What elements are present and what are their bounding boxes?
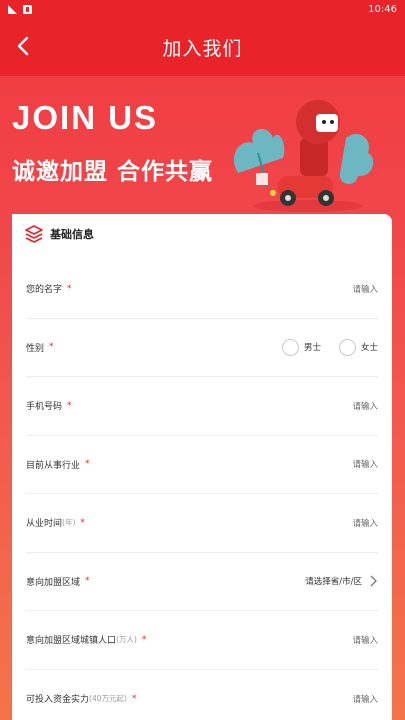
population-field[interactable]: 意向加盟区域城镇人口 (万人) * 请输入 — [26, 611, 378, 670]
field-unit-hint: (40万元起) — [89, 694, 127, 704]
gender-field: 性别 * 男士 女士 — [26, 319, 378, 377]
field-label-text: 意向加盟区域 — [26, 577, 81, 588]
hero-title: JOIN US — [12, 99, 159, 136]
field-label-text: 您的名字 — [26, 285, 63, 296]
field-label-text: 目前从事行业 — [26, 460, 81, 471]
required-mark: * — [67, 400, 72, 411]
field-label-text: 意向加盟区域城镇人口 — [26, 636, 117, 647]
required-mark: * — [80, 517, 85, 528]
experience-field[interactable]: 从业时间 (年) * 请输入 — [26, 494, 378, 553]
capital-input[interactable]: 请输入 — [352, 693, 378, 705]
experience-input[interactable]: 请输入 — [352, 517, 378, 529]
signal-icon — [8, 4, 17, 14]
field-label: 从业时间 (年) * — [26, 516, 85, 530]
delivery-rider-illustration — [233, 100, 374, 212]
page-title: 加入我们 — [162, 37, 243, 60]
name-input[interactable]: 请输入 — [352, 283, 378, 295]
region-picker-value: 请选择省/市/区 — [305, 577, 362, 588]
hero-banner: JOIN US 诚邀加盟 合作共赢 — [0, 76, 405, 216]
field-label-text: 手机号码 — [26, 402, 63, 413]
app-bar: 加入我们 — [0, 18, 405, 76]
field-label-text: 从业时间 — [26, 519, 63, 530]
required-mark: * — [49, 342, 54, 353]
field-label: 意向加盟区域 * — [26, 575, 90, 588]
field-label-text: 性别 — [26, 343, 45, 354]
section-header: 基础信息 — [12, 214, 157, 254]
basic-info-form: 您的名字 * 请输入 性别 * 男士 女士 手机号码 * 请输入 目前从事行业 * 请输… — [12, 260, 392, 720]
section-title: 基础信息 — [50, 228, 94, 241]
industry-input[interactable]: 请输入 — [352, 458, 378, 470]
gender-radio-group: 男士 女士 — [281, 338, 378, 356]
capital-field[interactable]: 可投入资金实力 (40万元起) * 请输入 — [26, 670, 378, 720]
region-field[interactable]: 意向加盟区域 * 请选择省/市/区 — [26, 553, 378, 611]
field-label: 手机号码 * — [26, 399, 72, 413]
required-mark: * — [141, 634, 147, 645]
field-unit-hint: (万人) — [116, 635, 137, 645]
required-mark: * — [85, 459, 90, 470]
field-label: 意向加盟区域城镇人口 (万人) * — [26, 633, 147, 647]
notification-icon — [23, 4, 32, 14]
radio-circle-icon — [281, 338, 299, 356]
chevron-right-icon — [370, 575, 377, 587]
field-unit-hint: (年) — [62, 518, 76, 528]
field-label: 可投入资金实力 (40万元起) * — [26, 692, 137, 706]
status-bar: 10:46 — [0, 0, 405, 18]
radio-circle-icon — [338, 338, 356, 356]
radio-label: 女士 — [360, 343, 378, 354]
name-field[interactable]: 您的名字 * 请输入 — [26, 260, 378, 319]
chevron-left-icon — [17, 36, 29, 56]
back-button[interactable] — [12, 35, 34, 57]
gender-option-male[interactable]: 男士 — [281, 338, 321, 356]
phone-field[interactable]: 手机号码 * 请输入 — [26, 377, 378, 436]
layers-icon — [25, 225, 43, 243]
region-picker[interactable]: 请选择省/市/区 — [305, 574, 378, 588]
field-label-text: 可投入资金实力 — [26, 695, 90, 706]
status-time: 10:46 — [368, 3, 397, 15]
required-mark: * — [67, 283, 72, 294]
industry-field[interactable]: 目前从事行业 * 请输入 — [26, 436, 378, 494]
phone-input[interactable]: 请输入 — [352, 400, 378, 412]
radio-label: 男士 — [303, 343, 321, 354]
population-input[interactable]: 请输入 — [352, 634, 378, 646]
gender-option-female[interactable]: 女士 — [338, 338, 378, 356]
field-label: 性别 * — [26, 341, 54, 354]
hero-subtitle: 诚邀加盟 合作共赢 — [12, 159, 214, 185]
required-mark: * — [131, 693, 137, 704]
required-mark: * — [85, 576, 90, 587]
field-label: 您的名字 * — [26, 282, 72, 296]
field-label: 目前从事行业 * — [26, 458, 90, 471]
